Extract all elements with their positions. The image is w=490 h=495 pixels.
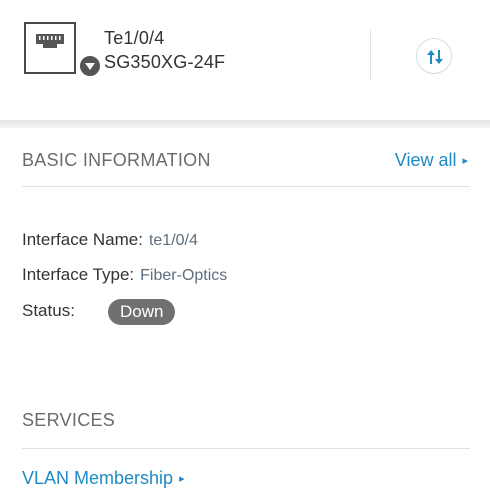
ethernet-port-icon xyxy=(36,34,64,48)
header-shadow xyxy=(0,120,490,128)
vlan-membership-link[interactable]: VLAN Membership ▸ xyxy=(22,468,185,489)
interface-header: Te1/0/4 SG350XG-24F xyxy=(0,0,490,120)
sort-arrows-icon xyxy=(427,50,443,64)
interface-type-value: Fiber-Optics xyxy=(140,267,228,284)
header-divider xyxy=(370,30,371,80)
view-all-link[interactable]: View all ▸ xyxy=(395,150,468,171)
services-divider xyxy=(22,448,470,449)
interface-type-row: Interface Type: Fiber-Optics xyxy=(22,265,227,285)
services-title: SERVICES xyxy=(22,410,116,430)
port-name: Te1/0/4 xyxy=(104,28,165,48)
interface-name-value: te1/0/4 xyxy=(148,232,198,249)
status-badge: Down xyxy=(108,299,176,325)
sort-button[interactable] xyxy=(416,38,452,74)
interface-name-label: Interface Name: xyxy=(22,230,143,249)
basic-info-title: BASIC INFORMATION xyxy=(22,150,211,170)
port-icon-box xyxy=(24,22,76,74)
interface-name-row: Interface Name: te1/0/4 xyxy=(22,230,198,250)
view-all-label: View all xyxy=(394,150,457,170)
interface-type-label: Interface Type: xyxy=(22,265,135,284)
section-divider xyxy=(22,186,470,187)
caret-right-icon: ▸ xyxy=(462,155,468,167)
caret-right-icon: ▸ xyxy=(179,473,185,485)
status-label: Status: xyxy=(22,301,75,320)
device-name: SG350XG-24F xyxy=(104,52,226,72)
vlan-membership-label: VLAN Membership xyxy=(22,468,174,488)
chevron-down-icon[interactable] xyxy=(78,54,102,78)
status-row: Status: xyxy=(22,301,75,321)
